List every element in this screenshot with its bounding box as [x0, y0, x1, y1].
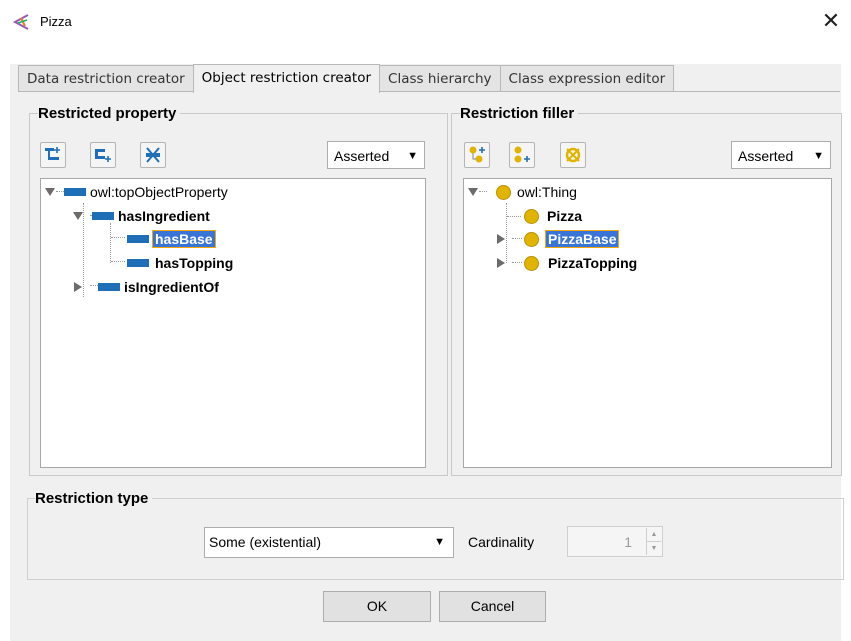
add-subclass-button[interactable] — [464, 142, 490, 168]
tree-node-has-base[interactable]: hasBase — [125, 229, 325, 249]
title-bar: Pizza ✕ — [0, 0, 851, 44]
tree-connector — [110, 223, 111, 263]
expand-right-icon — [497, 234, 505, 244]
add-sub-property-icon — [45, 147, 60, 160]
tree-node-has-ingredient[interactable]: hasIngredient — [73, 206, 353, 226]
expand-down-icon — [468, 188, 478, 196]
protege-app-icon — [12, 14, 29, 30]
tree-node-label: Pizza — [547, 208, 583, 224]
add-sibling-property-icon — [95, 149, 111, 162]
tree-node-top-object-property[interactable]: owl:topObjectProperty — [45, 182, 345, 202]
tree-connector — [111, 261, 125, 262]
tree-node-label: hasBase — [152, 230, 216, 248]
tree-node-label: PizzaBase — [544, 230, 620, 248]
class-view-mode-value: Asserted — [738, 148, 794, 164]
add-sub-property-button[interactable] — [40, 142, 66, 168]
tab-data-restriction-creator[interactable]: Data restriction creator — [18, 65, 194, 92]
add-sibling-class-button[interactable] — [509, 142, 535, 168]
expand-right-icon — [497, 258, 505, 268]
expand-down-icon — [45, 188, 55, 196]
tab-bar: Data restriction creator Object restrict… — [18, 64, 675, 93]
ok-button[interactable]: OK — [323, 591, 431, 622]
spinner-up-icon[interactable]: ▲ — [646, 528, 661, 542]
tree-connector — [111, 237, 125, 238]
restriction-filler-title: Restriction filler — [460, 105, 579, 122]
class-icon — [496, 185, 511, 200]
tree-node-pizza[interactable]: Pizza — [522, 206, 722, 226]
class-icon — [524, 209, 539, 224]
restriction-type-value: Some (existential) — [209, 534, 322, 550]
object-property-icon — [98, 283, 120, 291]
restricted-property-title: Restricted property — [38, 105, 181, 122]
delete-property-icon — [146, 147, 160, 163]
tree-node-is-ingredient-of[interactable]: isIngredientOf — [74, 277, 334, 297]
spinner-down-icon[interactable]: ▼ — [646, 542, 661, 555]
object-property-icon — [64, 188, 86, 196]
tab-object-restriction-creator[interactable]: Object restriction creator — [192, 64, 381, 93]
class-view-mode-dropdown[interactable]: Asserted ▼ — [731, 141, 831, 169]
tree-node-label: PizzaTopping — [548, 255, 638, 271]
tree-node-label: isIngredientOf — [124, 279, 219, 295]
property-view-mode-value: Asserted — [334, 148, 390, 164]
object-property-icon — [127, 235, 149, 243]
add-sibling-property-button[interactable] — [90, 142, 116, 168]
cancel-button[interactable]: Cancel — [439, 591, 546, 622]
tree-node-pizza-topping[interactable]: PizzaTopping — [497, 253, 717, 273]
close-icon: ✕ — [821, 8, 841, 33]
tree-connector — [507, 216, 521, 217]
chevron-down-icon: ▼ — [813, 150, 824, 162]
tree-node-owl-thing[interactable]: owl:Thing — [468, 182, 668, 202]
delete-class-icon — [565, 147, 581, 163]
tab-class-expression-editor[interactable]: Class expression editor — [499, 65, 675, 92]
chevron-down-icon: ▼ — [407, 150, 418, 162]
tree-node-has-topping[interactable]: hasTopping — [125, 253, 325, 273]
close-button[interactable]: ✕ — [816, 8, 846, 36]
tree-node-label: owl:Thing — [517, 184, 577, 200]
tree-node-label: hasIngredient — [118, 208, 210, 224]
class-icon — [524, 256, 539, 271]
restriction-type-title: Restriction type — [35, 490, 153, 507]
tree-node-label: hasTopping — [155, 255, 234, 271]
object-property-icon — [127, 259, 149, 267]
add-sibling-class-icon — [514, 146, 530, 163]
cardinality-value: 1 — [624, 534, 632, 550]
chevron-down-icon: ▼ — [434, 536, 445, 548]
add-subclass-icon — [469, 146, 485, 163]
class-tree[interactable]: owl:Thing Pizza PizzaBase PizzaTopping — [463, 178, 832, 468]
restriction-type-select[interactable]: Some (existential) ▼ — [204, 527, 454, 558]
property-tree[interactable]: owl:topObjectProperty hasIngredient hasB… — [40, 178, 426, 468]
cardinality-label: Cardinality — [468, 534, 535, 550]
property-view-mode-dropdown[interactable]: Asserted ▼ — [327, 141, 425, 169]
expand-down-icon — [73, 212, 83, 220]
class-icon — [524, 232, 539, 247]
tree-node-pizza-base[interactable]: PizzaBase — [497, 229, 697, 249]
delete-class-button[interactable] — [560, 142, 586, 168]
tree-node-label: owl:topObjectProperty — [90, 184, 228, 200]
object-property-icon — [92, 212, 114, 220]
window-title: Pizza — [40, 14, 72, 29]
expand-right-icon — [74, 282, 82, 292]
cardinality-spinner[interactable]: 1 ▲ ▼ — [567, 526, 663, 557]
tab-class-hierarchy[interactable]: Class hierarchy — [379, 65, 501, 92]
delete-property-button[interactable] — [140, 142, 166, 168]
tab-divider — [18, 91, 840, 92]
